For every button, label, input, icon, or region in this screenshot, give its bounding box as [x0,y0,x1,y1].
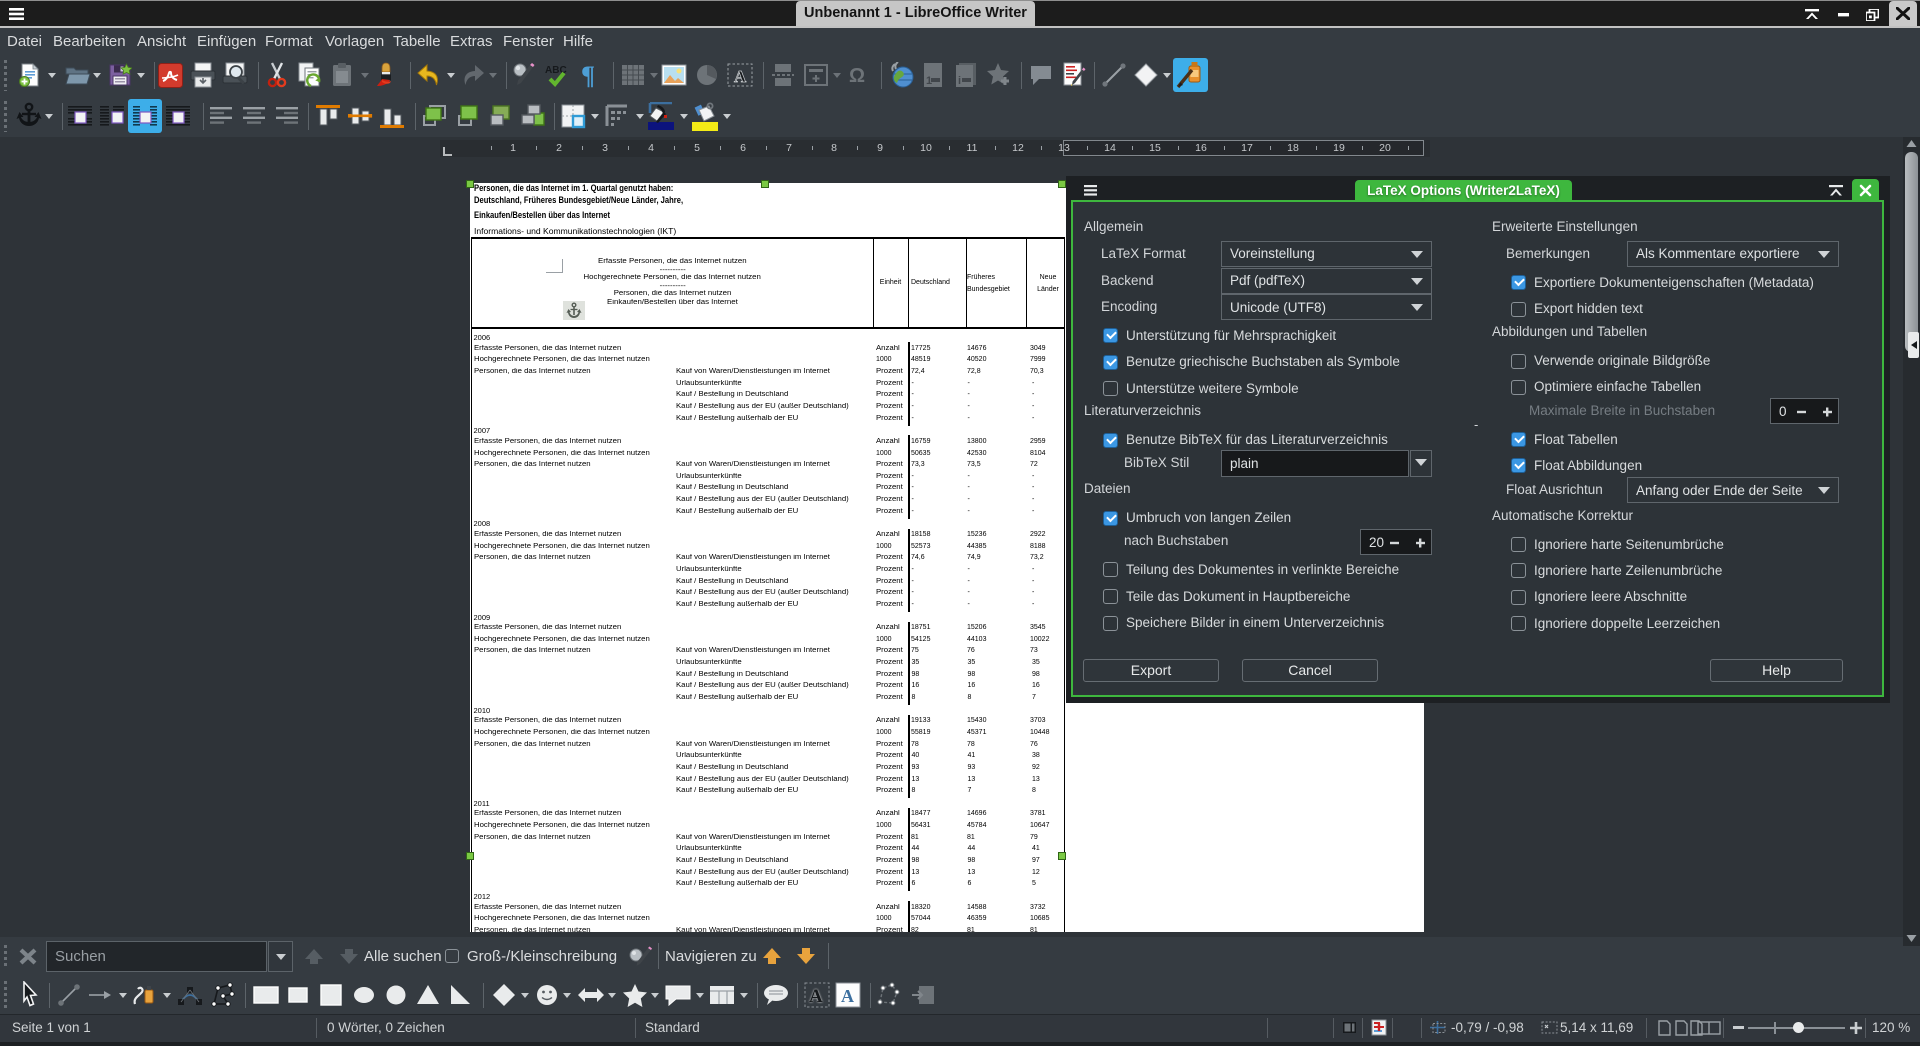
svg-text:Ω: Ω [849,65,865,87]
svg-text:A: A [809,986,823,1007]
svg-text:A: A [734,67,747,86]
svg-text:¶: ¶ [581,62,595,88]
svg-text:A: A [841,986,854,1006]
svg-text:i: i [958,75,961,87]
